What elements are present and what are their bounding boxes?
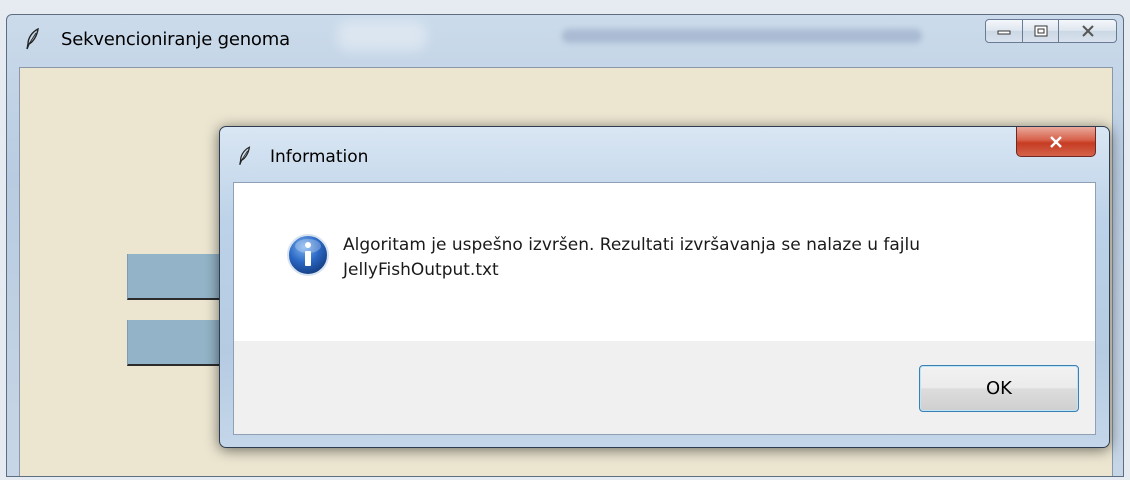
feather-icon — [239, 146, 251, 165]
information-dialog: Information Algoritam je uspešno izvršen… — [219, 126, 1110, 448]
dialog-title: Information — [270, 147, 369, 167]
dialog-close-button[interactable] — [1016, 127, 1096, 157]
maximize-icon — [1034, 25, 1047, 37]
window-title: Sekvencioniranje genoma — [61, 29, 290, 50]
close-button[interactable] — [1059, 19, 1117, 43]
message-text: Algoritam je uspešno izvršen. Rezultati … — [343, 235, 921, 280]
message-area: Algoritam je uspešno izvršen. Rezultati … — [234, 183, 1095, 341]
feather-icon — [26, 28, 39, 50]
main-titlebar[interactable]: Sekvencioniranje genoma — [7, 15, 1123, 61]
titlebar-background-blur — [562, 29, 922, 43]
desktop: Sekvencioniranje genoma Information Algo… — [0, 0, 1130, 480]
titlebar-glass-reflection — [337, 21, 427, 51]
ok-button[interactable]: OK — [919, 365, 1079, 412]
maximize-button[interactable] — [1023, 19, 1059, 43]
minimize-icon — [997, 30, 1011, 35]
dialog-titlebar[interactable]: Information — [220, 127, 1109, 181]
minimize-button[interactable] — [985, 19, 1023, 43]
dialog-body: Algoritam je uspešno izvršen. Rezultati … — [233, 182, 1096, 435]
close-icon — [1050, 135, 1062, 148]
close-icon — [1081, 25, 1094, 37]
window-controls — [985, 19, 1117, 43]
info-icon — [287, 234, 329, 276]
